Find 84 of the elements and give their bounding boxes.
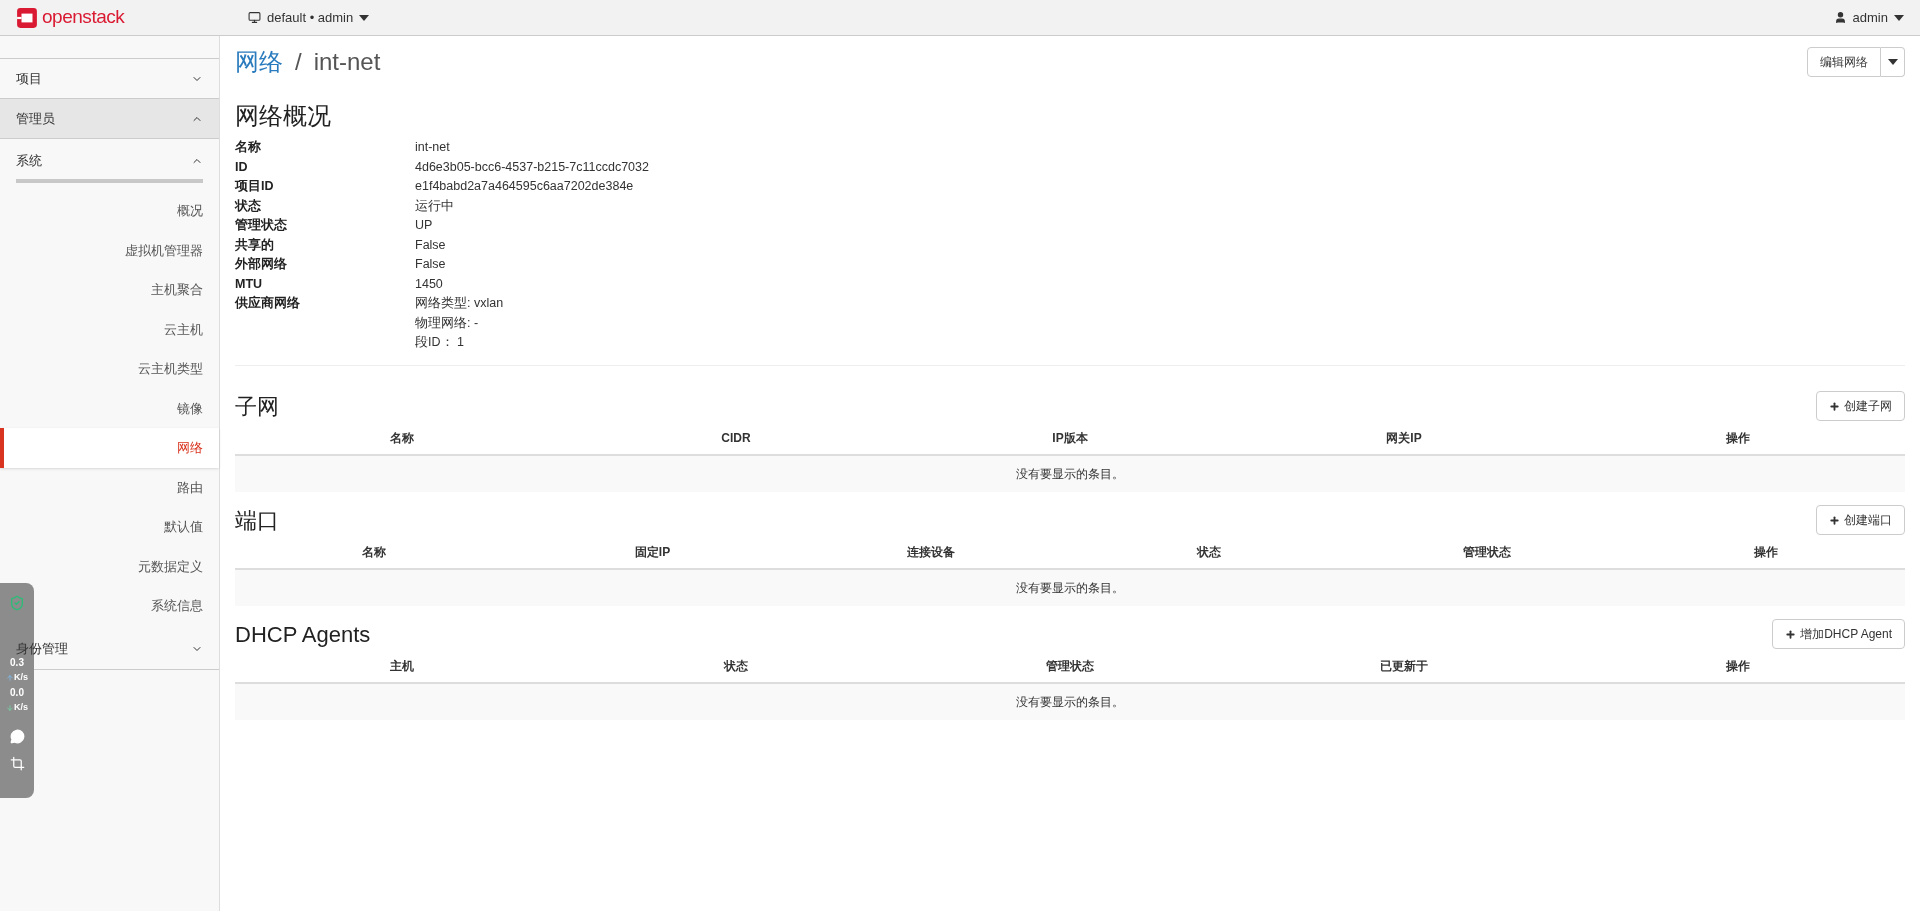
detail-value: False — [415, 256, 446, 273]
sidebar-item[interactable]: 镜像 — [0, 388, 219, 428]
column-header: 已更新于 — [1380, 658, 1428, 675]
arrow-up-icon — [6, 673, 14, 682]
section-title: 网络概况 — [235, 101, 332, 131]
plus-icon — [1829, 400, 1840, 412]
detail-label: MTU — [235, 275, 264, 293]
column-header: 连接设备 — [906, 544, 955, 561]
sidebar-item[interactable]: 默认值 — [0, 507, 219, 547]
upload-unit: K/s — [14, 672, 28, 683]
empty-row: 没有要显示的条目。 — [235, 455, 1905, 492]
column-header: 操作 — [1726, 430, 1750, 447]
crop-icon — [9, 756, 25, 771]
column-header: 固定IP — [634, 544, 671, 561]
detail-label: 外部网络 — [235, 256, 288, 273]
monitor-icon — [248, 11, 261, 24]
edit-button[interactable]: 编辑网络 — [1807, 47, 1881, 77]
detail-value: 1450 — [415, 275, 443, 293]
plus-icon — [1829, 514, 1840, 526]
caret-icon — [359, 14, 370, 21]
plus-icon — [1785, 628, 1797, 640]
detail-label: 管理状态 — [235, 217, 288, 234]
user-icon — [1833, 11, 1847, 24]
detail-value: False — [415, 236, 446, 254]
column-header: 操作 — [1753, 544, 1778, 561]
detail-label: 共享的 — [235, 236, 275, 254]
download-unit: K/s — [14, 702, 28, 713]
arrow-down-icon — [6, 703, 14, 712]
column-header: 名称 — [390, 430, 414, 447]
detail-value: 段ID： 1 — [415, 334, 465, 351]
sidebar-item[interactable]: 虚拟机管理器 — [0, 230, 219, 270]
sidebar-item[interactable]: 主机聚合 — [0, 270, 219, 310]
detail-label: 名称 — [235, 139, 262, 156]
dropdown-toggle[interactable] — [1881, 47, 1905, 77]
column-header: 主机 — [390, 658, 414, 675]
breadcrumb-current: int-net — [313, 47, 381, 77]
column-header: CIDR — [721, 430, 751, 447]
sidebar-item[interactable]: 网络 — [0, 428, 219, 468]
column-header: 管理状态 — [1046, 658, 1094, 675]
add-button[interactable]: 创建子网 — [1816, 391, 1905, 421]
column-header: 状态 — [1197, 544, 1222, 561]
detail-label: 供应商网络 — [235, 294, 301, 312]
user-menu[interactable]: admin — [1833, 7, 1904, 28]
sidebar-panel[interactable]: 管理员 — [0, 99, 219, 139]
sidebar-item[interactable]: 路由 — [0, 467, 219, 507]
section-title: 子网 — [235, 392, 279, 421]
detail-value: e1f4babd2a7a464595c6aa7202de384e — [415, 178, 634, 195]
column-header: 网关IP — [1386, 430, 1422, 447]
add-button[interactable]: 创建端口 — [1816, 505, 1905, 535]
column-header: 操作 — [1726, 658, 1750, 675]
column-header: 状态 — [724, 658, 748, 675]
shield-icon — [9, 595, 25, 611]
detail-value: 物理网络: - — [415, 314, 480, 332]
download-speed: 0.0 — [10, 687, 24, 698]
sidebar-group[interactable]: 系统 — [16, 143, 203, 183]
project-menu[interactable]: default • admin — [248, 7, 370, 28]
detail-value: UP — [415, 217, 433, 234]
detail-value: int-net — [415, 139, 450, 156]
empty-row: 没有要显示的条目。 — [235, 569, 1905, 606]
column-header: 管理状态 — [1463, 544, 1512, 561]
breadcrumb-separator: / — [295, 47, 302, 77]
detail-label: 状态 — [235, 197, 262, 215]
column-header: 名称 — [362, 544, 387, 561]
detail-value: 4d6e3b05-bcc6-4537-b215-7c11ccdc7032 — [415, 158, 649, 176]
section-title: DHCP Agents — [235, 620, 371, 649]
detail-label: ID — [235, 158, 249, 176]
sidebar-item[interactable]: 元数据定义 — [0, 546, 219, 586]
sidebar-item[interactable]: 云主机 — [0, 309, 219, 349]
detail-value: 运行中 — [415, 197, 454, 215]
detail-value: 网络类型: vxlan — [415, 295, 504, 312]
column-header: IP版本 — [1052, 430, 1088, 447]
detail-label: 项目ID — [235, 178, 275, 195]
chat-icon — [9, 729, 25, 744]
caret-icon — [1894, 14, 1904, 21]
logo-text: openstack — [42, 5, 125, 30]
empty-row: 没有要显示的条目。 — [235, 683, 1905, 720]
section-title: 端口 — [235, 506, 279, 535]
add-button[interactable]: 增加DHCP Agent — [1772, 619, 1905, 649]
caret-icon — [1887, 59, 1898, 65]
sidebar-item[interactable]: 概况 — [0, 191, 219, 231]
logo-icon — [16, 6, 38, 29]
breadcrumb-link[interactable]: 网络 — [235, 44, 283, 80]
sidebar-item[interactable]: 云主机类型 — [0, 349, 219, 389]
upload-speed: 0.3 — [10, 657, 24, 668]
